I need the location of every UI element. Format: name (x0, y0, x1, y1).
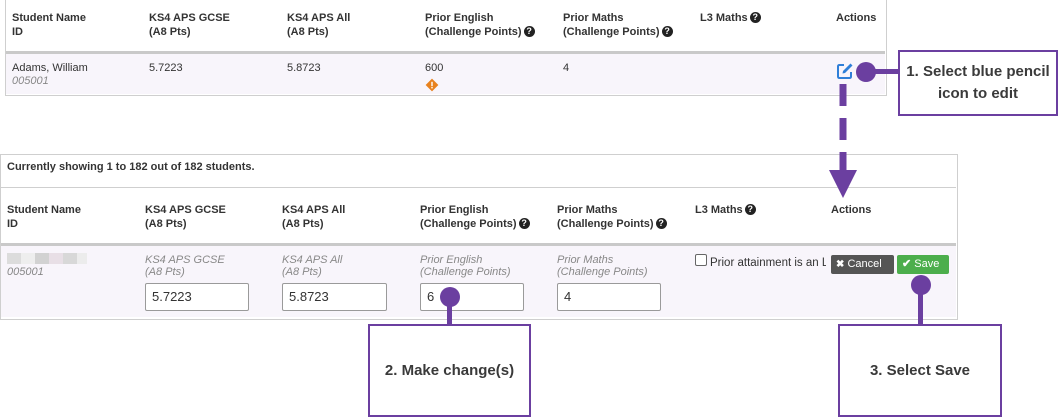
step2-connector (447, 298, 452, 325)
ks4-gcse-field-label: KS4 APS GCSE (145, 254, 225, 266)
help-icon[interactable]: ? (518, 218, 530, 229)
ks4-all-field-label: KS4 APS All (282, 254, 343, 266)
header-actions: Actions (836, 12, 877, 24)
header-prior-english-sub: (Challenge Points) (425, 26, 522, 38)
warning-icon (425, 78, 439, 92)
step3-connector (918, 286, 923, 325)
header-prior-maths-sub: (Challenge Points) (563, 26, 660, 38)
header-ks4-all-sub: (A8 Pts) (282, 218, 324, 230)
header-prior-english: Prior English (Challenge Points)? (425, 11, 535, 39)
help-icon[interactable]: ? (523, 26, 535, 37)
help-icon[interactable]: ? (744, 204, 756, 215)
header-ks4-all: KS4 APS All (A8 Pts) (287, 11, 350, 39)
ks4-gcse-field-sub: (A8 Pts) (145, 266, 185, 278)
ks4-all-input[interactable]: 5.8723 (282, 283, 387, 311)
student-id: 005001 (12, 75, 49, 87)
ks4-gcse-edit: KS4 APS GCSE (A8 Pts) (145, 254, 225, 278)
table-row (6, 54, 885, 94)
ks4-all-edit: KS4 APS All (A8 Pts) (282, 254, 342, 278)
status-text: Currently showing 1 to 182 out of 182 st… (7, 161, 255, 173)
header-prior-english-label: Prior English (420, 204, 489, 216)
prior-maths-field-label: Prior Maths (557, 254, 614, 266)
save-button-label: Save (914, 258, 940, 270)
student-id: 005001 (7, 266, 44, 278)
header-l3-maths: L3 Maths? (700, 11, 761, 25)
student-cell: Adams, William 005001 (12, 62, 88, 87)
step1-text-line1: 1. Select blue pencil (906, 63, 1050, 80)
header-ks4-gcse: KS4 APS GCSE (A8 Pts) (149, 11, 230, 39)
step1-text-line2: icon to edit (938, 85, 1018, 102)
header-prior-maths-label: Prior Maths (563, 12, 624, 24)
prior-attainment-label: Prior attainment is an L (710, 257, 826, 267)
header-prior-english-label: Prior English (425, 12, 494, 24)
header-l3-maths-label: L3 Maths (700, 12, 748, 24)
ks4-all-value: 5.8723 (287, 62, 321, 74)
header-ks4-gcse-label: KS4 APS GCSE (145, 204, 226, 216)
prior-english-input[interactable]: 6 (420, 283, 524, 311)
student-name: Adams, William (12, 62, 88, 74)
header-ks4-gcse: KS4 APS GCSE (A8 Pts) (145, 203, 226, 231)
prior-english-value: 600 (425, 62, 444, 74)
step2-text: 2. Make change(s) (384, 362, 515, 379)
header-student-name: Student Name ID (7, 203, 81, 231)
header-ks4-all-label: KS4 APS All (282, 204, 346, 216)
save-button[interactable]: ✔ Save (897, 255, 949, 274)
help-icon[interactable]: ? (655, 218, 667, 229)
help-icon[interactable]: ? (749, 12, 761, 23)
prior-english-field-label: Prior English (420, 254, 483, 266)
header-ks4-all-sub: (A8 Pts) (287, 26, 329, 38)
close-icon: ✖ (836, 259, 845, 270)
prior-attainment-label-clip: Prior attainment is an L (710, 253, 826, 267)
prior-attainment-checkbox[interactable] (695, 254, 707, 266)
step2-callout: 2. Make change(s) (368, 324, 531, 417)
prior-english-edit: Prior English (Challenge Points) (420, 254, 511, 278)
header-student-name-label: Student Name (12, 12, 86, 24)
step3-callout: 3. Select Save (838, 324, 1002, 417)
header-ks4-all-label: KS4 APS All (287, 12, 351, 24)
header-prior-english-sub: (Challenge Points) (420, 218, 517, 230)
cancel-button[interactable]: ✖ Cancel (831, 255, 894, 274)
step1-connector (866, 69, 899, 74)
ks4-all-field-sub: (A8 Pts) (282, 266, 322, 278)
prior-maths-input[interactable]: 4 (557, 283, 661, 311)
prior-maths-edit: Prior Maths (Challenge Points) (557, 254, 648, 278)
header-l3-maths: L3 Maths? (695, 203, 756, 217)
header-prior-english: Prior English (Challenge Points)? (420, 203, 530, 231)
step1-callout: 1. Select blue pencil icon to edit (898, 50, 1058, 116)
status-divider (1, 187, 956, 188)
header-ks4-gcse-label: KS4 APS GCSE (149, 12, 230, 24)
pencil-icon[interactable] (836, 62, 854, 80)
header-ks4-gcse-sub: (A8 Pts) (149, 26, 191, 38)
header-student-name: Student Name ID (12, 11, 86, 39)
check-icon: ✔ (902, 258, 912, 270)
header-actions: Actions (831, 204, 872, 216)
header-ks4-all: KS4 APS All (A8 Pts) (282, 203, 345, 231)
prior-maths-value: 4 (563, 62, 570, 74)
header-id-label: ID (7, 218, 18, 230)
header-id-label: ID (12, 26, 23, 38)
header-prior-maths-sub: (Challenge Points) (557, 218, 654, 230)
header-student-name-label: Student Name (7, 204, 81, 216)
header-l3-maths-label: L3 Maths (695, 204, 743, 216)
header-prior-maths: Prior Maths (Challenge Points)? (563, 11, 673, 39)
dashed-arrow (826, 82, 860, 202)
prior-maths-field-sub: (Challenge Points) (557, 266, 648, 278)
ks4-gcse-value: 5.7223 (149, 62, 183, 74)
cancel-button-label: Cancel (847, 258, 882, 270)
header-ks4-gcse-sub: (A8 Pts) (145, 218, 187, 230)
help-icon[interactable]: ? (661, 26, 673, 37)
header-prior-maths: Prior Maths (Challenge Points)? (557, 203, 667, 231)
ks4-gcse-input[interactable]: 5.7223 (145, 283, 249, 311)
blurred-student-name (7, 253, 87, 264)
prior-english-field-sub: (Challenge Points) (420, 266, 511, 278)
header-prior-maths-label: Prior Maths (557, 204, 618, 216)
step3-text: 3. Select Save (869, 362, 971, 379)
